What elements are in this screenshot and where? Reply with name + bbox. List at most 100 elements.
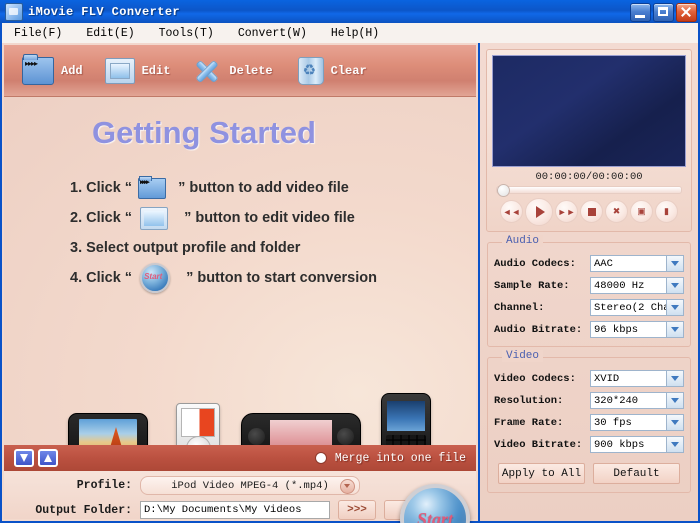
step-2-lead: 2. Click “ xyxy=(70,210,133,226)
chevron-down-icon[interactable] xyxy=(666,256,683,271)
merge-bar: Merge into one file xyxy=(4,445,476,471)
close-button[interactable] xyxy=(676,3,697,22)
open-snapshot-folder-button[interactable]: ▮ xyxy=(655,200,678,223)
maximize-button[interactable] xyxy=(653,3,674,22)
video-group-title: Video xyxy=(502,350,544,362)
output-folder-row: Output Folder: D:\My Documents\My Videos… xyxy=(4,500,448,520)
audio-bitrate-select[interactable]: 96 kbps xyxy=(590,321,684,338)
edit-frame-icon xyxy=(140,206,169,230)
getting-started-panel: Getting Started 1. Click “ ” button to a… xyxy=(4,97,476,445)
minimize-button[interactable] xyxy=(630,3,651,22)
getting-started-title: Getting Started xyxy=(92,115,316,150)
next-button[interactable]: ►► xyxy=(555,200,578,223)
close-clip-button[interactable]: ✖ xyxy=(605,200,628,223)
toolbar-label-clear: Clear xyxy=(330,63,367,78)
video-bitrate-select[interactable]: 900 kbps xyxy=(590,436,684,453)
output-folder-label: Output Folder: xyxy=(35,503,132,517)
channel-select[interactable]: Stereo(2 Channels) xyxy=(590,299,684,316)
field-channel: Channel: Stereo(2 Channels) xyxy=(494,299,684,316)
browse-button[interactable]: >>> xyxy=(338,500,376,520)
merge-toggle[interactable]: Merge into one file xyxy=(314,451,466,465)
toolbar-button-add[interactable]: Add xyxy=(22,53,83,85)
application-window: iMovie FLV Converter File(F) Edit(E) Too… xyxy=(0,0,700,523)
chevron-down-icon[interactable] xyxy=(666,415,683,430)
step-1-tail: ” button to add video file xyxy=(178,180,349,196)
channel-value: Stereo(2 Channels) xyxy=(594,301,672,314)
blackberry-image xyxy=(381,393,431,445)
audio-codecs-value: AAC xyxy=(594,257,613,270)
toolbar-label-delete: Delete xyxy=(229,63,273,78)
right-panel: 00:00:00/00:00:00 ◄◄ ►► ✖ ▣ ▮ Audio Audi… xyxy=(480,43,698,521)
chevron-down-icon[interactable] xyxy=(666,278,683,293)
toolbar-button-clear[interactable]: Clear xyxy=(295,56,367,85)
frame-rate-label: Frame Rate: xyxy=(494,416,564,429)
video-codecs-label: Video Codecs: xyxy=(494,372,576,385)
merge-checkbox[interactable] xyxy=(314,452,327,464)
seek-handle[interactable] xyxy=(497,184,510,197)
video-codecs-select[interactable]: XVID xyxy=(590,370,684,387)
preview-panel: 00:00:00/00:00:00 ◄◄ ►► ✖ ▣ ▮ xyxy=(486,49,692,232)
apply-to-all-button[interactable]: Apply to All xyxy=(498,463,585,484)
player-controls: ◄◄ ►► ✖ ▣ ▮ xyxy=(492,198,686,226)
toolbar-label-add: Add xyxy=(61,63,83,78)
chevron-down-icon[interactable] xyxy=(666,393,683,408)
field-video-codecs: Video Codecs: XVID xyxy=(494,370,684,387)
video-settings-group: Video Video Codecs: XVID Resolution: 320… xyxy=(487,350,691,493)
step-3: 3. Select output profile and folder xyxy=(70,233,470,263)
default-button[interactable]: Default xyxy=(593,463,680,484)
audio-bitrate-label: Audio Bitrate: xyxy=(494,323,583,336)
snapshot-button[interactable]: ▣ xyxy=(630,200,653,223)
merge-label: Merge into one file xyxy=(334,451,466,465)
toolbar-label-edit: Edit xyxy=(141,63,171,78)
seek-bar[interactable] xyxy=(496,184,682,197)
step-2-tail: ” button to edit video file xyxy=(184,210,355,226)
sample-rate-select[interactable]: 48000 Hz xyxy=(590,277,684,294)
field-audio-codecs: Audio Codecs: AAC xyxy=(494,255,684,272)
start-button-icon xyxy=(140,263,171,293)
left-panel: Add Edit Delete Clear Getting Started xyxy=(2,43,480,523)
chevron-down-icon[interactable] xyxy=(666,322,683,337)
toolbar: Add Edit Delete Clear xyxy=(4,45,476,97)
menu-item-tools[interactable]: Tools(T) xyxy=(147,25,226,42)
stop-button[interactable] xyxy=(580,200,603,223)
move-down-button[interactable] xyxy=(14,449,34,467)
window-controls xyxy=(630,3,697,22)
toolbar-button-delete[interactable]: Delete xyxy=(192,58,272,84)
step-4-lead: 4. Click “ xyxy=(70,270,133,286)
video-preview-screen[interactable] xyxy=(492,55,686,167)
step-4-tail: ” button to start conversion xyxy=(186,270,377,286)
menu-item-convert[interactable]: Convert(W) xyxy=(226,25,319,42)
getting-started-steps: 1. Click “ ” button to add video file 2.… xyxy=(70,173,470,293)
profile-select[interactable]: iPod Video MPEG-4 (*.mp4) xyxy=(140,476,360,495)
resolution-select[interactable]: 320*240 xyxy=(590,392,684,409)
add-folder-icon xyxy=(138,175,167,199)
audio-codecs-select[interactable]: AAC xyxy=(590,255,684,272)
chevron-down-icon[interactable] xyxy=(666,437,683,452)
previous-button[interactable]: ◄◄ xyxy=(500,200,523,223)
sample-rate-label: Sample Rate: xyxy=(494,279,570,292)
menu-item-edit[interactable]: Edit(E) xyxy=(74,25,146,42)
title-bar: iMovie FLV Converter xyxy=(0,0,700,23)
frame-rate-select[interactable]: 30 fps xyxy=(590,414,684,431)
play-button[interactable] xyxy=(525,198,553,226)
field-frame-rate: Frame Rate: 30 fps xyxy=(494,414,684,431)
resolution-label: Resolution: xyxy=(494,394,564,407)
sample-rate-value: 48000 Hz xyxy=(594,279,645,292)
output-folder-input[interactable]: D:\My Documents\My Videos xyxy=(140,501,330,519)
step-1: 1. Click “ ” button to add video file xyxy=(70,173,470,203)
add-folder-icon xyxy=(22,53,54,85)
recycle-bin-icon xyxy=(297,56,324,85)
toolbar-button-edit[interactable]: Edit xyxy=(104,57,171,84)
resolution-value: 320*240 xyxy=(594,394,639,407)
channel-label: Channel: xyxy=(494,301,545,314)
field-video-bitrate: Video Bitrate: 900 kbps xyxy=(494,436,684,453)
step-1-lead: 1. Click “ xyxy=(70,180,133,196)
chevron-down-icon[interactable] xyxy=(666,371,683,386)
menu-item-file[interactable]: File(F) xyxy=(2,25,74,42)
app-icon xyxy=(5,2,23,21)
frame-rate-value: 30 fps xyxy=(594,416,632,429)
move-up-button[interactable] xyxy=(38,449,58,467)
menu-item-help[interactable]: Help(H) xyxy=(319,25,391,42)
chevron-down-icon[interactable] xyxy=(340,479,355,494)
chevron-down-icon[interactable] xyxy=(666,300,683,315)
